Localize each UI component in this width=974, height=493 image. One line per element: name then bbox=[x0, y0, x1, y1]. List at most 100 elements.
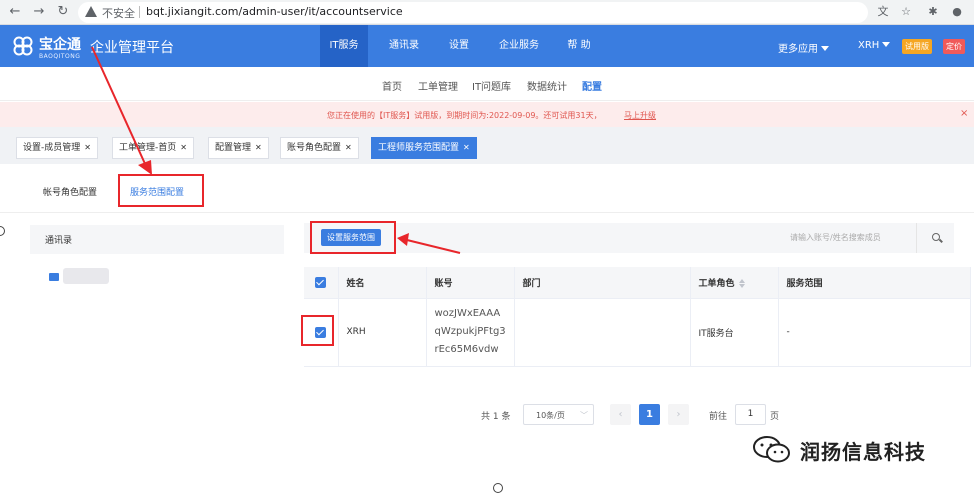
url-text[interactable]: bqt.jixiangit.com/admin-user/it/accounts… bbox=[146, 5, 403, 18]
tab-label: 账号角色配置 bbox=[287, 143, 342, 153]
annotation-box-button bbox=[310, 221, 396, 254]
close-icon[interactable]: ✕ bbox=[345, 143, 352, 152]
tab-label: 工程师服务范围配置 bbox=[378, 143, 460, 153]
cell-department bbox=[514, 298, 691, 367]
sort-icon[interactable] bbox=[738, 278, 745, 288]
subnav-home[interactable]: 首页 bbox=[382, 78, 402, 93]
sub-navigation: 首页 工单管理 IT问题库 数据统计 配置 bbox=[0, 67, 974, 101]
column-header-account: 账号 bbox=[426, 267, 515, 299]
close-icon[interactable]: ✕ bbox=[180, 143, 187, 152]
tab-label: 工单管理-首页 bbox=[119, 143, 177, 153]
nav-settings[interactable]: 设置 bbox=[440, 25, 478, 67]
more-apps-label: 更多应用 bbox=[778, 44, 818, 55]
goto-label: 前往 bbox=[709, 412, 728, 422]
nav-it-service[interactable]: IT服务 bbox=[320, 25, 368, 67]
tab-ticket-home[interactable]: 工单管理-首页 ✕ bbox=[112, 137, 194, 159]
extensions-icon[interactable]: ✱ bbox=[925, 4, 941, 20]
goto-unit: 页 bbox=[770, 412, 780, 422]
next-page-button[interactable]: › bbox=[668, 404, 689, 425]
close-icon[interactable]: ✕ bbox=[255, 143, 262, 152]
prev-page-button[interactable]: ‹ bbox=[610, 404, 631, 425]
account-line: rEc65M6vdw bbox=[434, 344, 499, 355]
tab-account-role[interactable]: 账号角色配置 ✕ bbox=[280, 137, 359, 159]
select-all-checkbox[interactable] bbox=[315, 276, 327, 288]
resize-handle bbox=[0, 226, 5, 236]
page-size-select[interactable]: 10条/页 ﹀ bbox=[523, 404, 594, 425]
app-header: 宝企通 BAOQITONG 企业管理平台 IT服务 通讯录 设置 企业服务 帮 … bbox=[0, 25, 974, 67]
current-page-button[interactable]: 1 bbox=[639, 404, 660, 425]
tab-config-management[interactable]: 配置管理 ✕ bbox=[208, 137, 269, 159]
divider bbox=[0, 212, 974, 213]
column-header-department: 部门 bbox=[514, 267, 691, 299]
member-table: 姓名 账号 部门 工单角色 服务范围 XRH wozJWxEAAA qWzpuk… bbox=[304, 267, 971, 367]
nav-help[interactable]: 帮 助 bbox=[559, 25, 599, 67]
more-apps-menu[interactable]: 更多应用 bbox=[778, 40, 829, 55]
logo-icon bbox=[13, 36, 33, 56]
page-size-value: 10条/页 bbox=[536, 411, 565, 420]
notice-text: 您正在使用的【IT服务】试用版，到期时间为:2022-09-09。还可试用31天… bbox=[327, 111, 602, 120]
forward-icon[interactable]: → bbox=[30, 3, 48, 21]
column-header-name: 姓名 bbox=[338, 267, 427, 299]
role-header-label: 工单角色 bbox=[698, 278, 735, 289]
user-name: XRH bbox=[858, 40, 880, 51]
tab-label: 配置管理 bbox=[215, 143, 252, 153]
platform-title: 企业管理平台 bbox=[90, 40, 174, 56]
subtab-account-role[interactable]: 帐号角色配置 bbox=[43, 185, 97, 198]
close-icon[interactable]: × bbox=[960, 108, 968, 119]
contacts-title: 通讯录 bbox=[45, 236, 73, 246]
page-tab-strip: 设置-成员管理 ✕ 工单管理-首页 ✕ 配置管理 ✕ 账号角色配置 ✕ 工程师服务范围配… bbox=[0, 127, 974, 164]
upgrade-link[interactable]: 马上升级 bbox=[624, 110, 656, 121]
close-icon[interactable]: ✕ bbox=[463, 143, 470, 152]
subnav-it-kb[interactable]: IT问题库 bbox=[472, 78, 511, 93]
column-header-scope: 服务范围 bbox=[778, 267, 971, 299]
search-input[interactable]: 请输入账号/姓名搜索成员 bbox=[790, 232, 881, 243]
reload-icon[interactable]: ↻ bbox=[54, 3, 72, 21]
logo-name: 宝企通 bbox=[39, 37, 81, 53]
warning-icon bbox=[85, 6, 97, 17]
logo-subtitle: BAOQITONG bbox=[39, 53, 81, 60]
subnav-tickets[interactable]: 工单管理 bbox=[418, 78, 458, 93]
chevron-down-icon: ﹀ bbox=[580, 411, 588, 420]
tab-engineer-scope[interactable]: 工程师服务范围配置 ✕ bbox=[371, 137, 477, 159]
account-line: qWzpukjPFtg3 bbox=[434, 326, 506, 337]
trial-badge[interactable]: 试用版 bbox=[902, 39, 932, 54]
contacts-panel-header: 通讯录 bbox=[30, 225, 284, 254]
tab-member-management[interactable]: 设置-成员管理 ✕ bbox=[16, 137, 98, 159]
chevron-down-icon bbox=[821, 46, 829, 51]
folder-icon bbox=[49, 273, 59, 281]
org-tree-node[interactable] bbox=[63, 268, 109, 284]
wechat-icon bbox=[753, 436, 790, 463]
goto-page-input[interactable]: 1 bbox=[735, 404, 766, 425]
nav-contacts[interactable]: 通讯录 bbox=[380, 25, 428, 67]
watermark-text: 润扬信息科技 bbox=[800, 440, 926, 464]
search-icon-handle bbox=[939, 238, 943, 243]
annotation-box-subtab bbox=[118, 174, 204, 207]
pricing-badge[interactable]: 定价 bbox=[943, 39, 965, 54]
close-icon[interactable]: ✕ bbox=[84, 143, 91, 152]
column-header-role[interactable]: 工单角色 bbox=[690, 267, 779, 299]
nav-enterprise-service[interactable]: 企业服务 bbox=[491, 25, 547, 67]
cell-role: IT服务台 bbox=[690, 298, 779, 367]
subnav-statistics[interactable]: 数据统计 bbox=[527, 78, 567, 93]
star-icon[interactable]: ☆ bbox=[898, 4, 914, 20]
cell-scope: - bbox=[778, 298, 971, 367]
trial-notice: 您正在使用的【IT服务】试用版，到期时间为:2022-09-09。还可试用31天… bbox=[0, 102, 974, 127]
browser-toolbar: ← → ↻ 不安全 bqt.jixiangit.com/admin-user/i… bbox=[0, 0, 974, 25]
back-icon[interactable]: ← bbox=[6, 3, 24, 21]
security-label: 不安全 bbox=[102, 7, 135, 20]
pagination-total: 共 1 条 bbox=[481, 412, 511, 422]
select-all-cell[interactable] bbox=[304, 267, 339, 299]
profile-icon[interactable]: ● bbox=[949, 4, 965, 20]
resize-handle bbox=[493, 483, 503, 493]
search-button[interactable] bbox=[916, 223, 954, 253]
cell-account: wozJWxEAAA qWzpukjPFtg3 rEc65M6vdw bbox=[426, 298, 515, 367]
tab-label: 设置-成员管理 bbox=[23, 143, 81, 153]
chevron-down-icon bbox=[882, 42, 891, 47]
cell-name: XRH bbox=[338, 298, 427, 367]
subnav-config[interactable]: 配置 bbox=[582, 78, 602, 93]
address-bar[interactable]: 不安全 bqt.jixiangit.com/admin-user/it/acco… bbox=[78, 2, 868, 23]
account-line: wozJWxEAAA bbox=[434, 308, 501, 319]
table-row[interactable]: XRH wozJWxEAAA qWzpukjPFtg3 rEc65M6vdw I… bbox=[304, 298, 971, 367]
user-menu[interactable]: XRH bbox=[858, 40, 891, 51]
translate-icon[interactable]: 文 bbox=[875, 4, 891, 20]
